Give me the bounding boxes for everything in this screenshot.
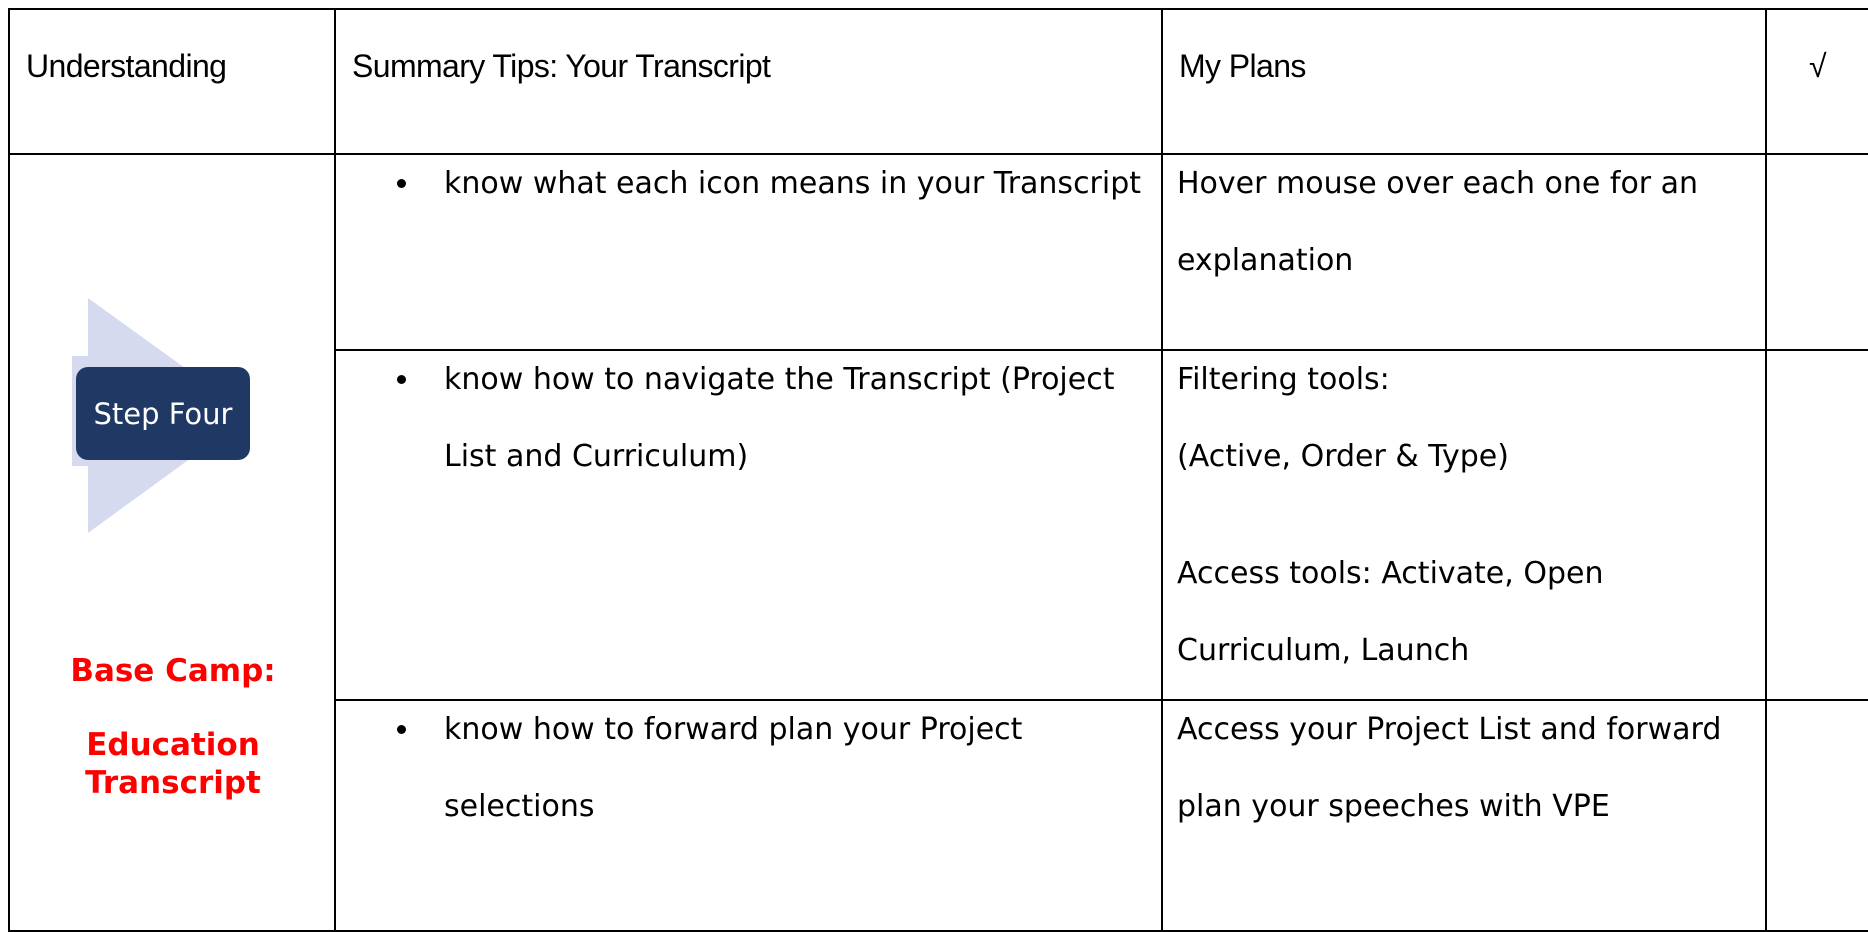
header-my-plans-label: My Plans (1179, 48, 1306, 84)
plan-table: Understanding Summary Tips: Your Transcr… (8, 8, 1868, 932)
plan-spacer (1177, 495, 1765, 535)
plan-text: Filtering tools: (Active, Order & Type) … (1163, 341, 1765, 689)
checkmark-icon: √ (1809, 48, 1827, 84)
header-understanding-label: Understanding (26, 48, 227, 84)
step-cell: Step Four Base Camp: Education Transcrip… (8, 153, 336, 932)
plan-line: Access tools: Activate, Open Curriculum,… (1177, 556, 1604, 668)
step-four-label: Step Four (76, 367, 250, 460)
base-camp-title-line2: Education Transcript (85, 727, 261, 801)
tip-cell: know how to forward plan your Project se… (334, 699, 1163, 932)
check-cell (1765, 349, 1868, 701)
header-understanding: Understanding (8, 8, 336, 155)
tip-text-content: know how to navigate the Transcript (Pro… (444, 362, 1115, 474)
header-my-plans: My Plans (1161, 8, 1767, 155)
bullet-icon (397, 179, 406, 188)
tip-text-content: know how to forward plan your Project se… (444, 712, 1023, 824)
header-summary-tips: Summary Tips: Your Transcript (334, 8, 1163, 155)
plan-line: Filtering tools: (1177, 362, 1390, 397)
table-row: Step Four Base Camp: Education Transcrip… (8, 153, 1868, 932)
bullet-icon (397, 375, 406, 384)
plan-text: Hover mouse over each one for an explana… (1177, 166, 1699, 278)
plan-cell: Access your Project List and forward pla… (1161, 699, 1767, 932)
header-check: √ (1765, 8, 1868, 155)
plan-text: Access your Project List and forward pla… (1177, 712, 1722, 824)
tip-text: know how to forward plan your Project se… (336, 691, 1161, 845)
plan-cell: Filtering tools: (Active, Order & Type) … (1161, 349, 1767, 701)
tip-cell: know what each icon means in your Transc… (334, 153, 1163, 351)
plan-cell: Hover mouse over each one for an explana… (1161, 153, 1767, 351)
plan-line: (Active, Order & Type) (1177, 439, 1509, 474)
check-cell (1765, 153, 1868, 351)
header-summary-tips-label: Summary Tips: Your Transcript (352, 48, 771, 84)
bullet-icon (397, 725, 406, 734)
base-camp-title-line1: Base Camp: (70, 653, 276, 689)
tip-text: know what each icon means in your Transc… (336, 145, 1161, 222)
header-row: Understanding Summary Tips: Your Transcr… (8, 8, 1868, 155)
tip-cell: know how to navigate the Transcript (Pro… (334, 349, 1163, 701)
check-cell (1765, 699, 1868, 932)
tip-text: know how to navigate the Transcript (Pro… (336, 341, 1161, 495)
base-camp-title: Base Camp: Education Transcript (10, 652, 336, 802)
tip-text-content: know what each icon means in your Transc… (444, 166, 1142, 201)
step-graphic: Step Four (72, 298, 250, 533)
